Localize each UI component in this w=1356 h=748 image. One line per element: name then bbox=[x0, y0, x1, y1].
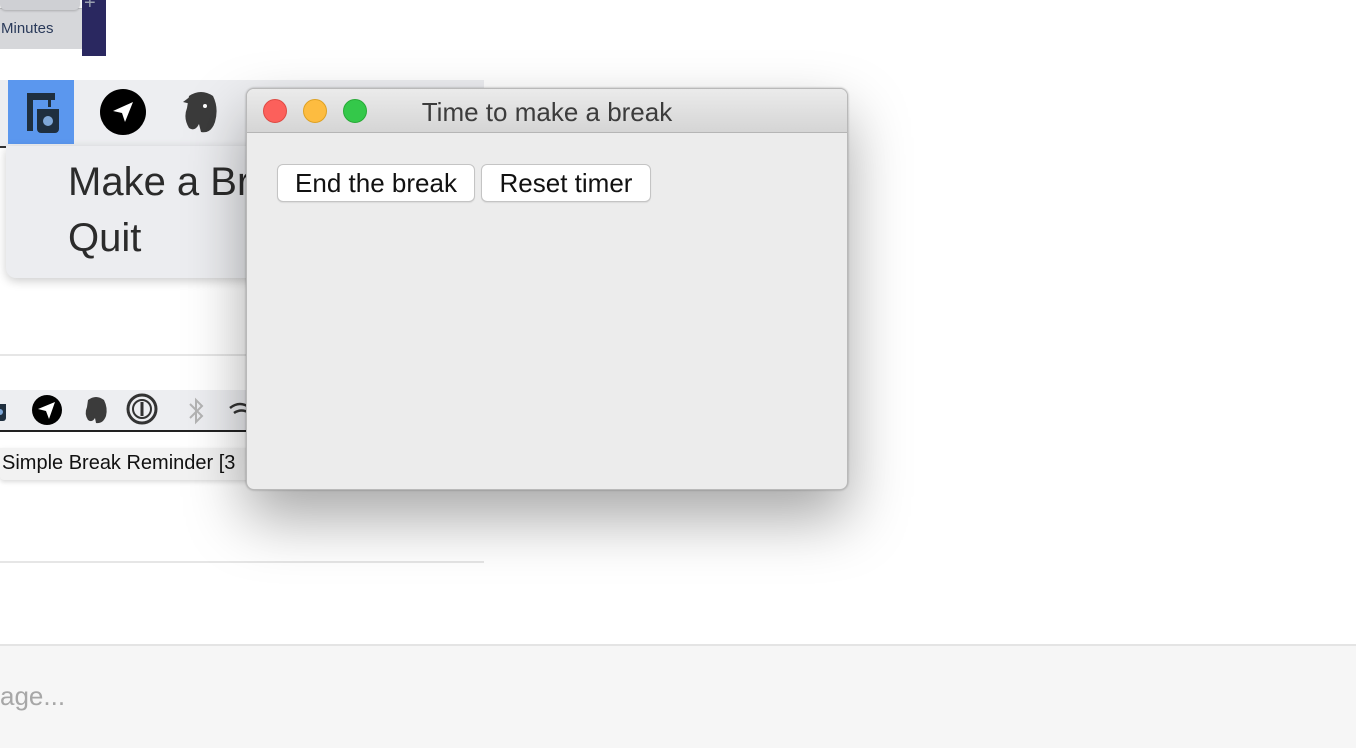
divider bbox=[0, 561, 484, 563]
minutes-label: Minutes bbox=[1, 20, 54, 37]
message-composer bbox=[0, 644, 1356, 748]
telegram-icon[interactable] bbox=[90, 80, 156, 144]
reset-timer-button[interactable]: Reset timer bbox=[481, 164, 651, 202]
break-dialog-window: Time to make a break End the break Reset… bbox=[246, 88, 848, 490]
message-input[interactable] bbox=[0, 670, 1302, 722]
small-menu-bar bbox=[0, 390, 250, 432]
menu-item-quit[interactable]: Quit bbox=[68, 216, 141, 261]
field-top-edge bbox=[0, 0, 80, 10]
evernote-icon[interactable] bbox=[168, 80, 234, 144]
end-break-button[interactable]: End the break bbox=[277, 164, 475, 202]
telegram-icon[interactable] bbox=[32, 395, 62, 425]
window-titlebar[interactable]: Time to make a break bbox=[247, 89, 847, 133]
menu-item-make-a-break[interactable]: Make a Br bbox=[68, 160, 250, 205]
onepassword-icon[interactable] bbox=[126, 393, 158, 425]
break-reminder-icon[interactable] bbox=[0, 394, 10, 426]
plus-icon[interactable]: + bbox=[84, 0, 96, 15]
break-reminder-icon[interactable] bbox=[8, 80, 74, 144]
divider bbox=[0, 354, 250, 356]
evernote-icon[interactable] bbox=[82, 394, 110, 426]
tooltip-text: Simple Break Reminder [3 bbox=[2, 452, 236, 474]
bluetooth-icon[interactable] bbox=[186, 396, 206, 426]
background-window-fragment: Minutes + bbox=[0, 0, 106, 56]
window-title: Time to make a break bbox=[421, 97, 673, 127]
app-tooltip: Simple Break Reminder [3 bbox=[0, 448, 250, 480]
